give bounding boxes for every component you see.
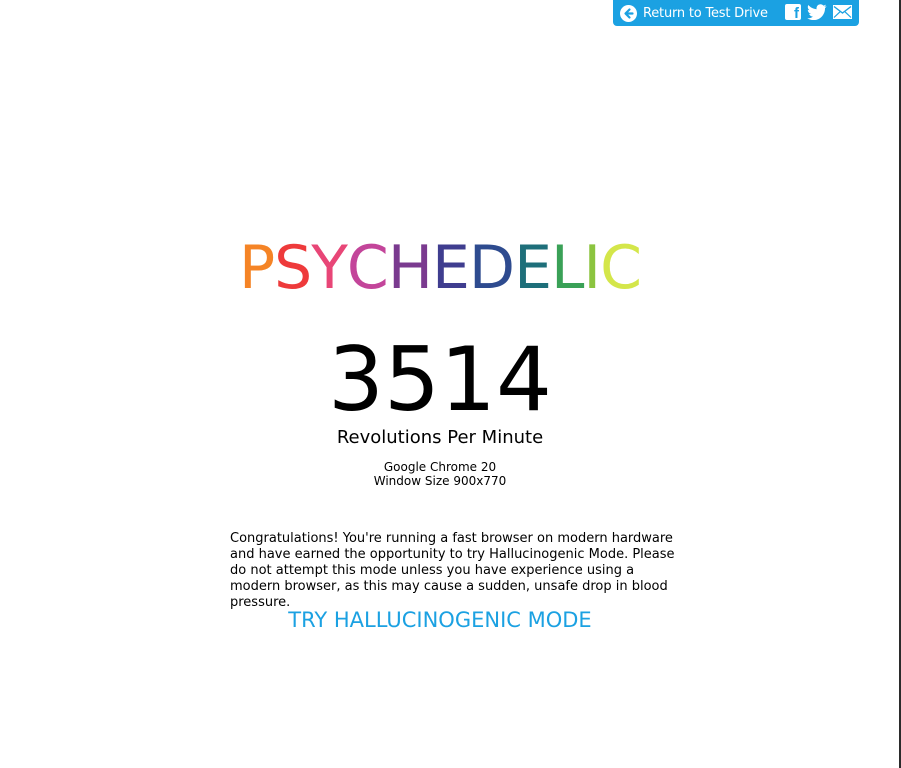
- title-letter: E: [431, 233, 470, 303]
- title-letter: I: [583, 233, 601, 303]
- title-letter: C: [600, 233, 642, 303]
- window-size: Window Size 900x770: [373, 474, 507, 488]
- title-letter: E: [514, 233, 552, 303]
- rpm-label: Revolutions Per Minute: [336, 427, 544, 448]
- facebook-glyph: f: [794, 5, 799, 22]
- title-letter: S: [274, 233, 312, 303]
- browser-info: Google Chrome 20 Window Size 900x770: [0, 460, 880, 488]
- title-letter: C: [346, 233, 389, 303]
- title-letter: Y: [311, 233, 348, 303]
- psychedelic-title: PSYCHEDELIC: [0, 232, 880, 304]
- top-bar: Return to Test Drive f: [613, 0, 859, 26]
- twitter-icon[interactable]: [807, 4, 827, 20]
- title-letter: P: [238, 233, 275, 303]
- mail-icon[interactable]: [833, 5, 852, 19]
- title-letter: L: [550, 233, 584, 303]
- return-to-test-drive-link[interactable]: Return to Test Drive: [613, 0, 768, 26]
- back-arrow-icon: [620, 4, 637, 22]
- rpm-value: 3514: [328, 328, 552, 431]
- page: Return to Test Drive f PSYCHEDELIC 3514 …: [0, 0, 901, 768]
- social-links: f: [785, 4, 852, 22]
- facebook-icon[interactable]: f: [785, 4, 801, 22]
- return-to-test-drive-label: Return to Test Drive: [643, 5, 768, 21]
- title-letter: H: [387, 233, 433, 303]
- try-hallucinogenic-mode-link[interactable]: TRY HALLUCINOGENIC MODE: [0, 608, 880, 632]
- congratulations-message: Congratulations! You're running a fast b…: [230, 531, 675, 610]
- title-letter: D: [468, 233, 515, 303]
- browser-name: Google Chrome 20: [383, 460, 497, 474]
